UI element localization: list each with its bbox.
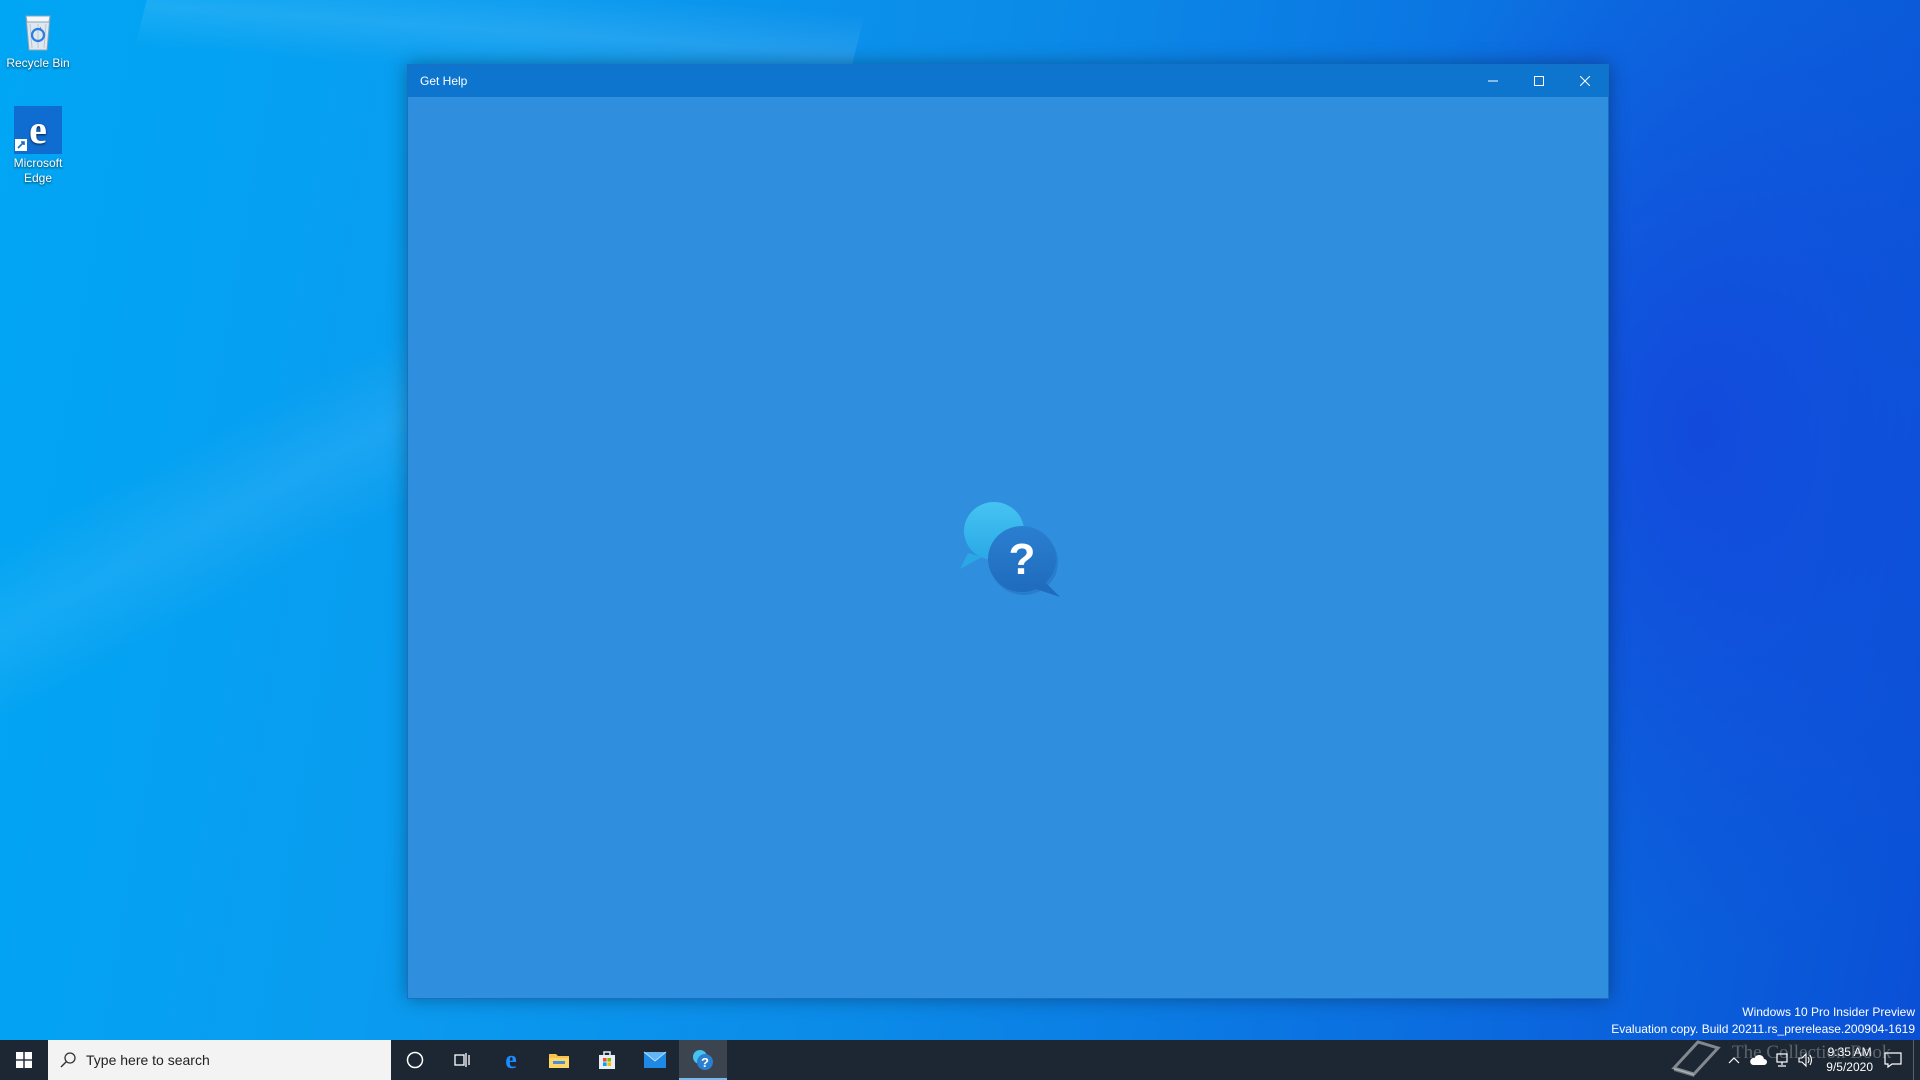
edge-icon: e: [505, 1049, 517, 1071]
folder-icon: [549, 1054, 569, 1068]
recycle-bin-icon: [14, 6, 62, 54]
watermark-line-1: Windows 10 Pro Insider Preview: [1742, 1005, 1915, 1019]
system-tray: 9:35 AM 9/5/2020: [1722, 1040, 1920, 1080]
show-desktop-button[interactable]: [1913, 1040, 1920, 1080]
minimize-icon: [1488, 80, 1498, 82]
start-button[interactable]: [0, 1040, 48, 1080]
store-icon: [599, 1051, 615, 1069]
desktop-icon-microsoft-edge[interactable]: e Microsoft Edge: [0, 106, 76, 186]
taskbar-search-box[interactable]: Type here to search: [48, 1040, 391, 1080]
windows-logo-icon: [16, 1052, 32, 1068]
taskbar-edge-button[interactable]: e: [487, 1040, 535, 1080]
edge-icon: e: [14, 106, 62, 154]
clock-date: 9/5/2020: [1826, 1060, 1873, 1074]
action-center-button[interactable]: [1881, 1040, 1905, 1080]
taskbar-store-button[interactable]: [583, 1040, 631, 1080]
tray-onedrive-button[interactable]: [1746, 1040, 1770, 1080]
svg-text:e: e: [29, 107, 47, 152]
cortana-circle-icon: [406, 1051, 424, 1069]
chevron-up-icon: [1728, 1057, 1740, 1064]
network-icon: [1776, 1053, 1788, 1067]
desktop-icon-label: Microsoft Edge: [13, 156, 63, 185]
search-icon: [60, 1052, 76, 1068]
cloud-icon: [1750, 1054, 1768, 1065]
window-content: ?: [408, 97, 1608, 998]
clock-time: 9:35 AM: [1827, 1045, 1872, 1059]
task-view-icon: [454, 1053, 470, 1067]
get-help-window: Get Help ?: [407, 64, 1609, 999]
minimize-button[interactable]: [1470, 65, 1516, 97]
close-button[interactable]: [1562, 65, 1608, 97]
maximize-icon: [1534, 76, 1544, 86]
taskbar-mail-button[interactable]: [631, 1040, 679, 1080]
taskbar-get-help-button[interactable]: ?: [679, 1040, 727, 1080]
close-icon: [1580, 76, 1590, 86]
desktop-icon-recycle-bin[interactable]: Recycle Bin: [0, 6, 76, 71]
tray-network-button[interactable]: [1770, 1040, 1794, 1080]
evaluation-watermark: Windows 10 Pro Insider Preview Evaluatio…: [1611, 1004, 1915, 1038]
mail-icon: [643, 1051, 667, 1068]
window-title: Get Help: [420, 74, 468, 88]
taskbar-file-explorer-button[interactable]: [535, 1040, 583, 1080]
watermark-line-2: Evaluation copy. Build 20211.rs_prerelea…: [1611, 1022, 1915, 1036]
svg-text:e: e: [505, 1049, 517, 1071]
taskbar: Type here to search e ? 9:35 AM 9/5/2020: [0, 1040, 1920, 1080]
taskbar-task-view-button[interactable]: [439, 1040, 487, 1080]
svg-text:?: ?: [701, 1055, 709, 1070]
get-help-icon: ?: [693, 1050, 713, 1070]
taskbar-cortana-button[interactable]: [391, 1040, 439, 1080]
window-titlebar[interactable]: Get Help: [408, 65, 1608, 97]
taskbar-clock[interactable]: 9:35 AM 9/5/2020: [1818, 1045, 1881, 1075]
svg-text:?: ?: [1009, 535, 1036, 584]
get-help-question-icon: ?: [958, 497, 1068, 607]
volume-icon: [1798, 1052, 1813, 1068]
notification-icon: [1884, 1052, 1902, 1068]
maximize-button[interactable]: [1516, 65, 1562, 97]
tray-volume-button[interactable]: [1794, 1040, 1818, 1080]
search-placeholder: Type here to search: [86, 1052, 210, 1068]
tray-overflow-button[interactable]: [1722, 1040, 1746, 1080]
desktop-icon-label: Recycle Bin: [6, 56, 70, 70]
desktop: Recycle Bin e Microsoft Edge Get Help ? …: [0, 0, 1920, 1080]
